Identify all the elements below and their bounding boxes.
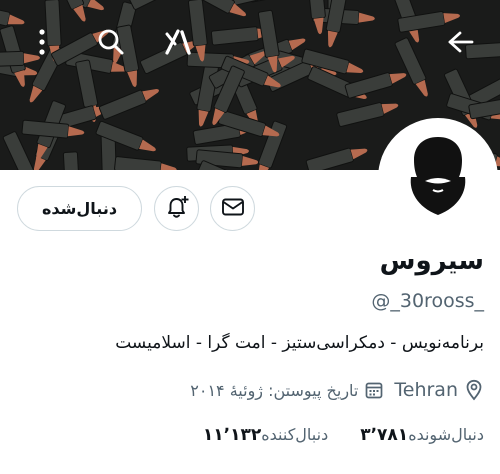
arrow-right-icon (447, 30, 475, 54)
notifications-button[interactable] (154, 186, 199, 231)
location-text: Tehran (394, 379, 458, 401)
search-icon (97, 28, 125, 56)
calendar-icon (364, 380, 384, 400)
joined-date: تاریخ پیوستن: ژوئیهٔ ۲۰۱۴ (190, 380, 359, 400)
followers-label: دنبال‌کننده (261, 425, 329, 444)
envelope-icon (221, 197, 245, 221)
bell-plus-icon (164, 194, 190, 224)
following-count: ۳٬۷۸۱ (360, 425, 409, 445)
profile-meta: Tehran تاریخ پیوستن: ژوئیهٔ ۲۰۱۴ (190, 376, 484, 404)
followers-stat[interactable]: ۱۱٬۱۳۲ دنبال‌کننده (197, 425, 328, 445)
location-pin-icon (464, 379, 484, 401)
user-handle: @_30rooss_ (371, 290, 484, 312)
back-button[interactable] (441, 22, 481, 62)
following-button-label: دنبال‌شده (41, 199, 118, 218)
following-stat[interactable]: ۳٬۷۸۱ دنبال‌شونده (354, 425, 484, 445)
bio: برنامه‌نویس - دمکراسی‌ستیز - امت گرا - ا… (115, 333, 484, 353)
message-button[interactable] (210, 186, 255, 231)
avatar[interactable] (378, 118, 498, 238)
search-button[interactable] (91, 22, 131, 62)
grok-button[interactable] (158, 22, 198, 62)
grok-icon (163, 27, 193, 57)
followers-count: ۱۱٬۱۳۲ (202, 425, 262, 445)
more-button[interactable] (22, 22, 62, 62)
following-button[interactable]: دنبال‌شده (17, 186, 142, 231)
bearded-man-silhouette-icon (403, 135, 473, 221)
display-name: سیروس (379, 246, 484, 276)
more-vertical-icon (38, 29, 46, 55)
following-label: دنبال‌شونده (408, 425, 484, 444)
follow-stats: ۳٬۷۸۱ دنبال‌شونده ۱۱٬۱۳۲ دنبال‌کننده (197, 425, 484, 445)
